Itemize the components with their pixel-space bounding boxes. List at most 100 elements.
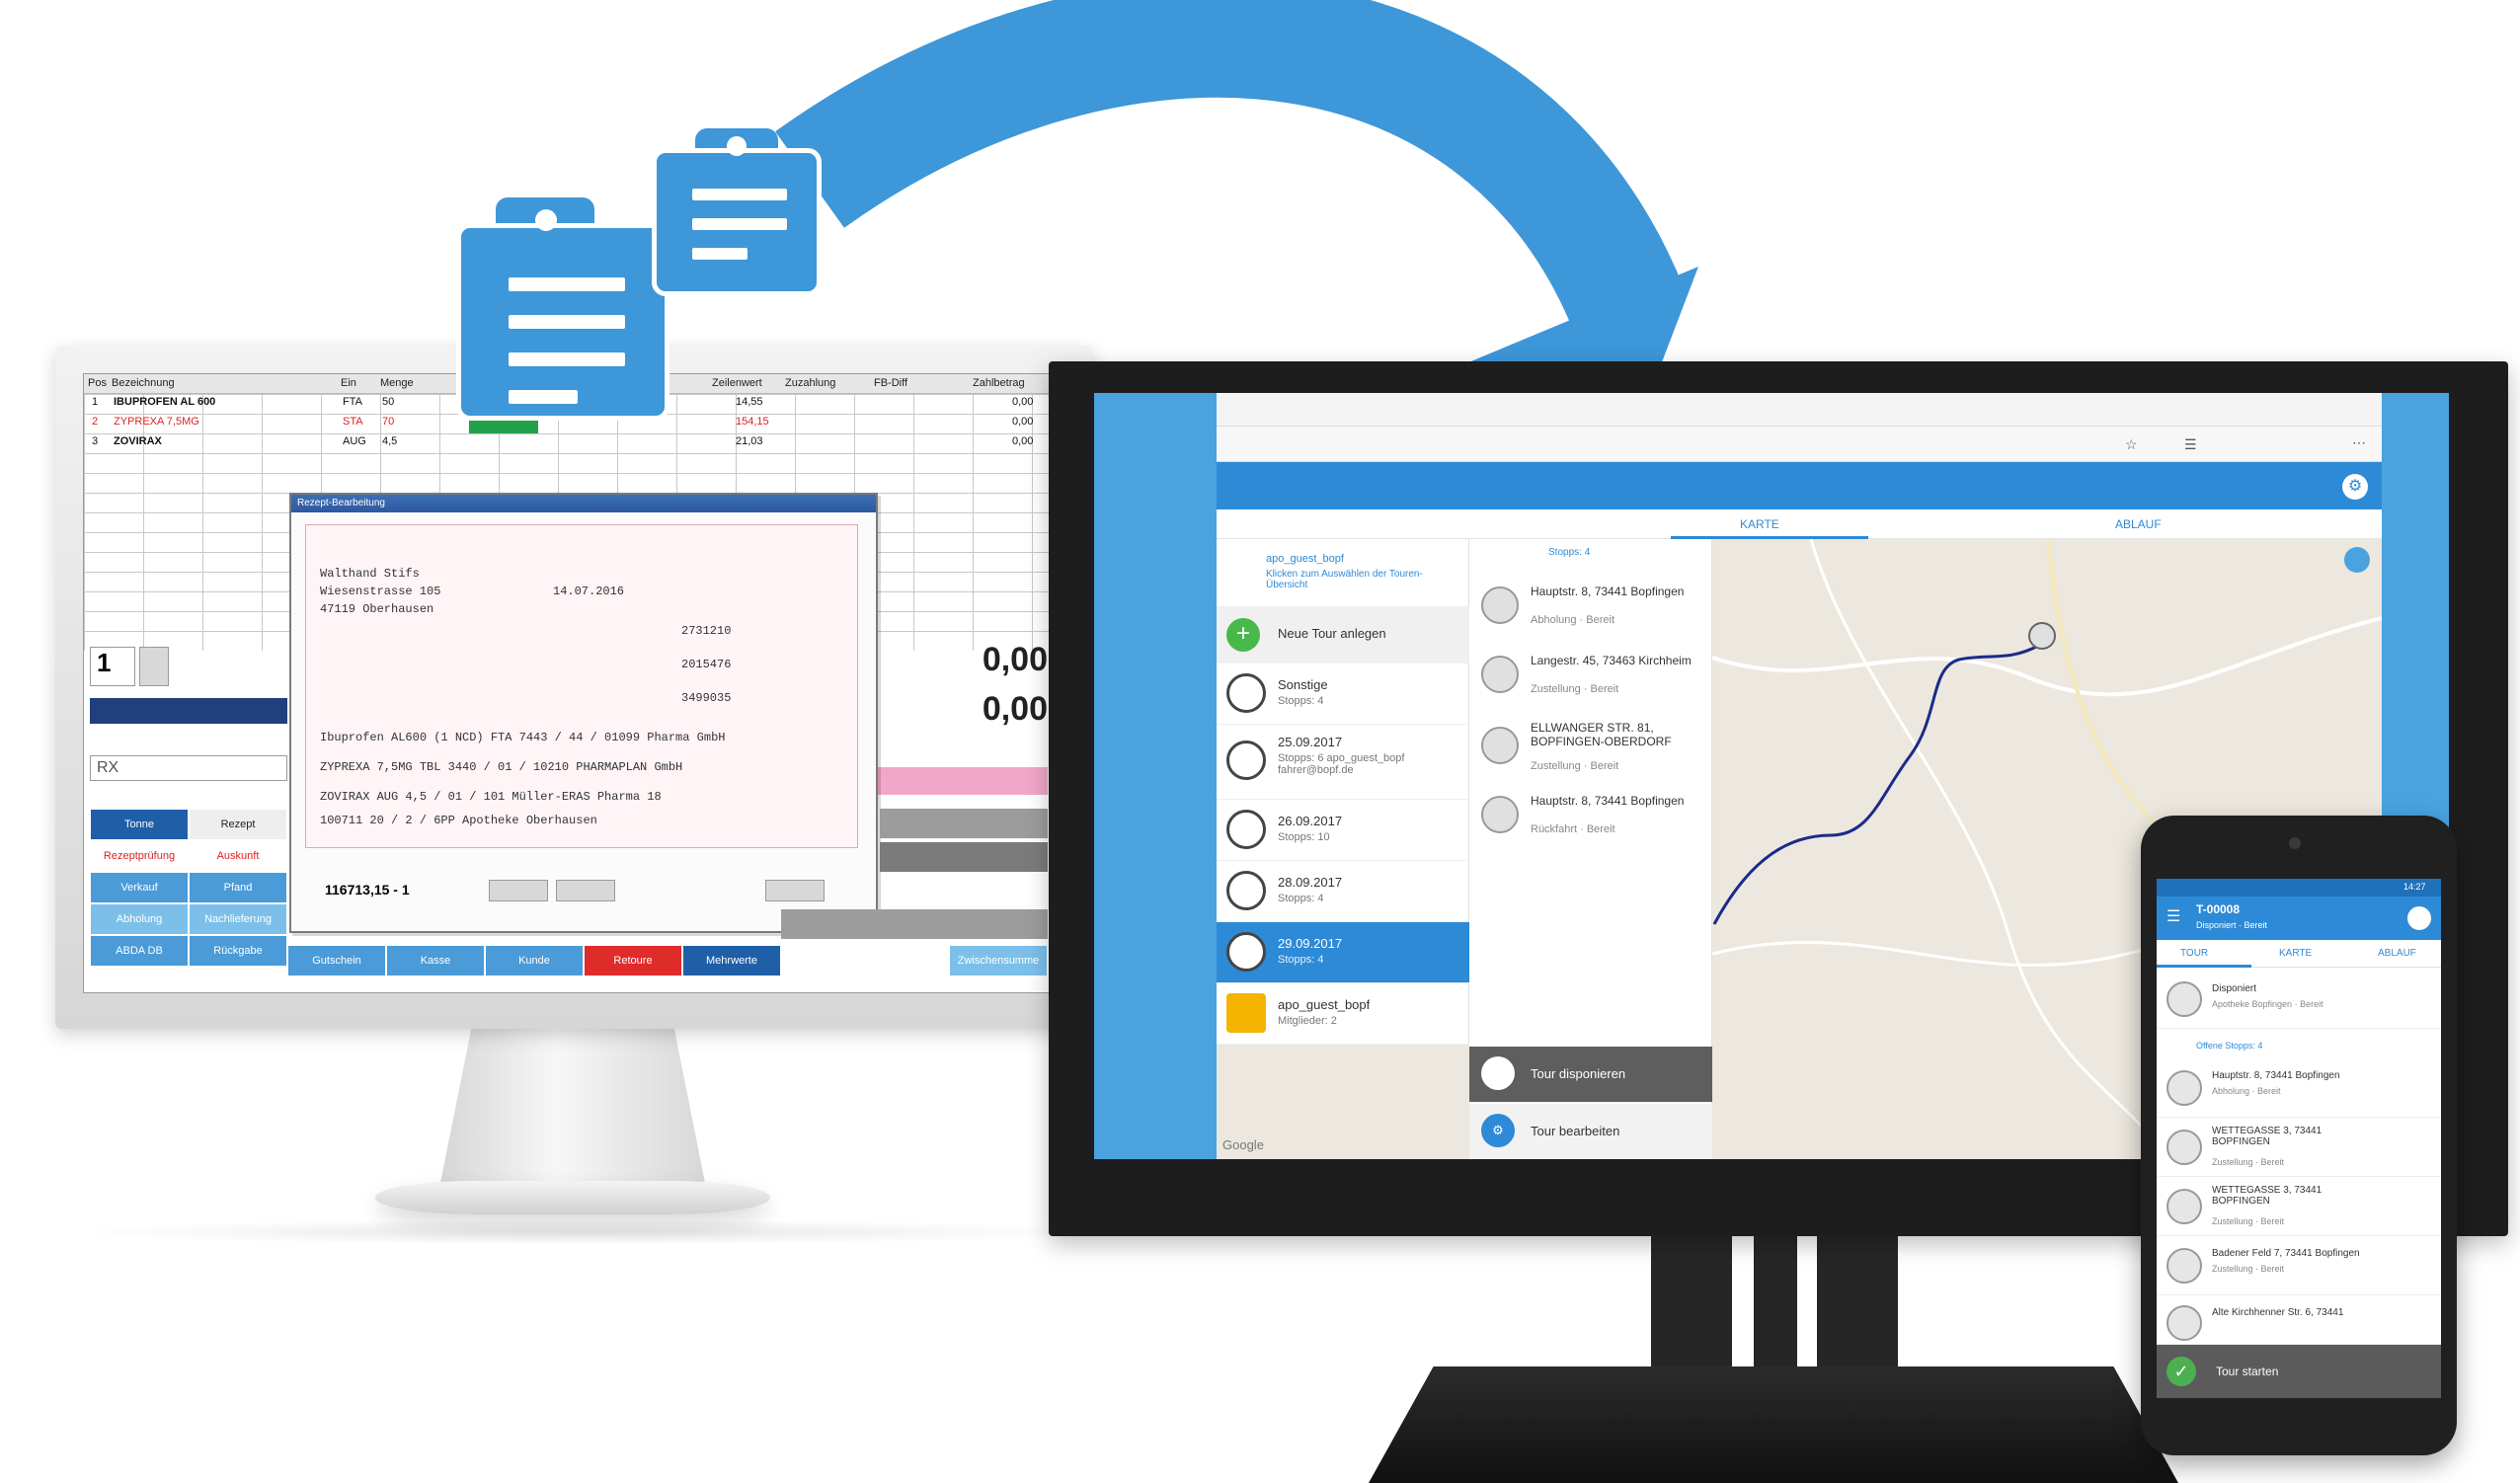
monitor-stand — [1651, 1232, 1732, 1370]
stop-item[interactable]: Alte Kirchhenner Str. 6, 73441 — [2157, 1295, 2441, 1345]
item-title: Alte Kirchhenner Str. 6, 73441 — [2212, 1307, 2344, 1318]
view-tabs: KARTE ABLAUF — [1217, 509, 2382, 539]
tour-icon — [1226, 871, 1266, 910]
monitor-stand — [1817, 1232, 1898, 1370]
clipboard-icon — [652, 148, 822, 296]
item-title: WETTEGASSE 3, 73441 BOPFINGEN — [2212, 1126, 2323, 1147]
user-hint[interactable]: Klicken zum Auswählen der Touren-Übersic… — [1266, 569, 1454, 590]
mobile-app: 14:27 ☰ T-00008 Disponiert · Bereit TOUR… — [2157, 879, 2441, 1398]
tab-flow[interactable]: ABLAUF — [2115, 517, 2162, 531]
gear-icon: ⚙ — [1481, 1114, 1515, 1147]
address-bar[interactable]: ☆ ☰ ⋯ — [1217, 427, 2382, 462]
monitor-stand — [1754, 1232, 1797, 1370]
tour-icon — [1226, 673, 1266, 713]
more-icon[interactable]: ⋯ — [2352, 434, 2366, 451]
stop-item[interactable]: Hauptstr. 8, 73441 Bopfingen Abholung · … — [2157, 1058, 2441, 1118]
sync-icon[interactable] — [2407, 906, 2431, 930]
tour-item[interactable]: 26.09.2017 Stopps: 10 — [1217, 800, 1469, 861]
tour-title: 25.09.2017 — [1278, 735, 1343, 749]
new-tour-button[interactable]: + Neue Tour anlegen — [1217, 606, 1469, 663]
tour-item[interactable]: Sonstige Stopps: 4 — [1217, 663, 1469, 725]
browser-tabbar — [1217, 393, 2382, 427]
clipboard-hole — [535, 209, 557, 231]
check-icon: ✓ — [2166, 1357, 2196, 1386]
tour-item-selected[interactable]: 29.09.2017 Stopps: 4 — [1217, 922, 1469, 983]
stop-item[interactable]: Hauptstr. 8, 73441 Bopfingen Rückfahrt ·… — [1469, 784, 1712, 853]
mobile-header: ☰ T-00008 Disponiert · Bereit — [2157, 897, 2441, 940]
camera-icon — [2289, 837, 2301, 849]
stop-item[interactable]: ELLWANGER STR. 81, BOPFINGEN-OBERDORF Zu… — [1469, 713, 1712, 784]
tour-title: Sonstige — [1278, 677, 1328, 692]
clipboard-hole — [727, 136, 747, 156]
star-icon[interactable]: ☆ — [2125, 436, 2138, 453]
home-icon — [2166, 1130, 2202, 1165]
tour-sub: Stopps: 4 — [1278, 954, 1324, 966]
item-sub: Zustellung · Bereit — [2212, 1216, 2285, 1226]
tab-flow[interactable]: ABLAUF — [2378, 948, 2416, 959]
tour-icon — [1226, 932, 1266, 972]
tab-tour[interactable]: TOUR — [2180, 948, 2208, 959]
tour-sidebar: apo_guest_bopf Klicken zum Auswählen der… — [1217, 539, 1469, 1159]
app-header: ⚙ — [1217, 462, 2382, 509]
group-sub: Mitglieder: 2 — [1278, 1015, 1337, 1027]
monitor-base — [1369, 1366, 2178, 1483]
menu-icon[interactable]: ☰ — [2166, 906, 2180, 926]
stop-item[interactable]: WETTEGASSE 3, 73441 BOPFINGEN Zustellung… — [2157, 1118, 2441, 1177]
clipboard-icon — [456, 223, 669, 421]
section-label: Offene Stopps: 4 — [2196, 1041, 2263, 1051]
item-title: WETTEGASSE 3, 73441 BOPFINGEN — [2212, 1185, 2323, 1207]
stop-title: Hauptstr. 8, 73441 Bopfingen — [1531, 585, 1685, 598]
tour-status-item[interactable]: Disponiert Apotheke Bopfingen · Bereit — [2157, 970, 2441, 1029]
home-icon — [1481, 727, 1519, 764]
edit-tour-button[interactable]: ⚙ Tour bearbeiten — [1469, 1104, 1712, 1159]
edit-label: Tour bearbeiten — [1531, 1124, 1620, 1138]
item-sub: Zustellung · Bereit — [2212, 1157, 2285, 1167]
menu-icon[interactable]: ☰ — [2184, 436, 2197, 453]
group-logo — [1226, 993, 1266, 1033]
stop-sub: Zustellung · Bereit — [1531, 760, 1619, 772]
item-sub: Abholung · Bereit — [2212, 1086, 2281, 1096]
stop-title: Langestr. 45, 73463 Kirchheim — [1531, 654, 1692, 667]
stop-title: ELLWANGER STR. 81, BOPFINGEN-OBERDORF — [1531, 721, 1672, 748]
stop-sub: Zustellung · Bereit — [1531, 683, 1619, 695]
tour-title: 29.09.2017 — [1278, 936, 1343, 951]
item-title: Hauptstr. 8, 73441 Bopfingen — [2212, 1070, 2340, 1081]
tour-sub: Stopps: 10 — [1278, 831, 1330, 843]
tour-sub: Stopps: 4 — [1278, 893, 1324, 904]
group-title: apo_guest_bopf — [1278, 997, 1371, 1012]
dispatch-icon — [1481, 1056, 1515, 1090]
mobile-tabs: TOUR KARTE ABLAUF — [2157, 940, 2441, 968]
stop-item[interactable]: WETTEGASSE 3, 73441 BOPFINGEN Zustellung… — [2157, 1177, 2441, 1236]
tab-map[interactable]: KARTE — [2279, 948, 2312, 959]
home-icon — [2166, 1070, 2202, 1106]
add-icon: + — [1226, 618, 1260, 652]
item-sub: Zustellung · Bereit — [2212, 1264, 2285, 1274]
home-icon — [2166, 1305, 2202, 1341]
tour-title: 26.09.2017 — [1278, 814, 1343, 828]
stop-item[interactable]: Badener Feld 7, 73441 Bopfingen Zustellu… — [2157, 1236, 2441, 1295]
home-icon — [2166, 1189, 2202, 1224]
tour-title: T-00008 — [2196, 902, 2241, 916]
group-item[interactable]: apo_guest_bopf Mitglieder: 2 — [1217, 983, 1469, 1045]
locate-icon[interactable] — [2344, 547, 2370, 573]
status-bar: 14:27 — [2157, 879, 2441, 897]
tab-map[interactable]: KARTE — [1740, 517, 1779, 531]
stop-sub: Rückfahrt · Bereit — [1531, 823, 1615, 835]
dispatch-label: Tour disponieren — [1531, 1066, 1626, 1081]
dispatch-tour-button[interactable]: Tour disponieren — [1469, 1047, 1712, 1102]
tour-item[interactable]: 25.09.2017 Stopps: 6 apo_guest_bopf fahr… — [1217, 725, 1469, 800]
tour-item[interactable]: 28.09.2017 Stopps: 4 — [1217, 861, 1469, 922]
item-title: Disponiert — [2212, 983, 2257, 994]
home-icon — [1481, 796, 1519, 833]
user-name: apo_guest_bopf — [1266, 553, 1344, 565]
tour-status: Disponiert · Bereit — [2196, 920, 2268, 930]
start-tour-button[interactable]: ✓ Tour starten — [2157, 1345, 2441, 1398]
group-icon — [2166, 981, 2202, 1017]
stop-item[interactable]: Langestr. 45, 73463 Kirchheim Zustellung… — [1469, 644, 1712, 713]
settings-icon[interactable]: ⚙ — [2342, 474, 2368, 500]
home-icon — [2166, 1248, 2202, 1284]
location-pin-icon[interactable] — [2028, 622, 2056, 650]
stop-item[interactable]: Hauptstr. 8, 73441 Bopfingen Abholung · … — [1469, 575, 1712, 644]
stop-title: Hauptstr. 8, 73441 Bopfingen — [1531, 794, 1685, 808]
home-icon — [1481, 586, 1519, 624]
